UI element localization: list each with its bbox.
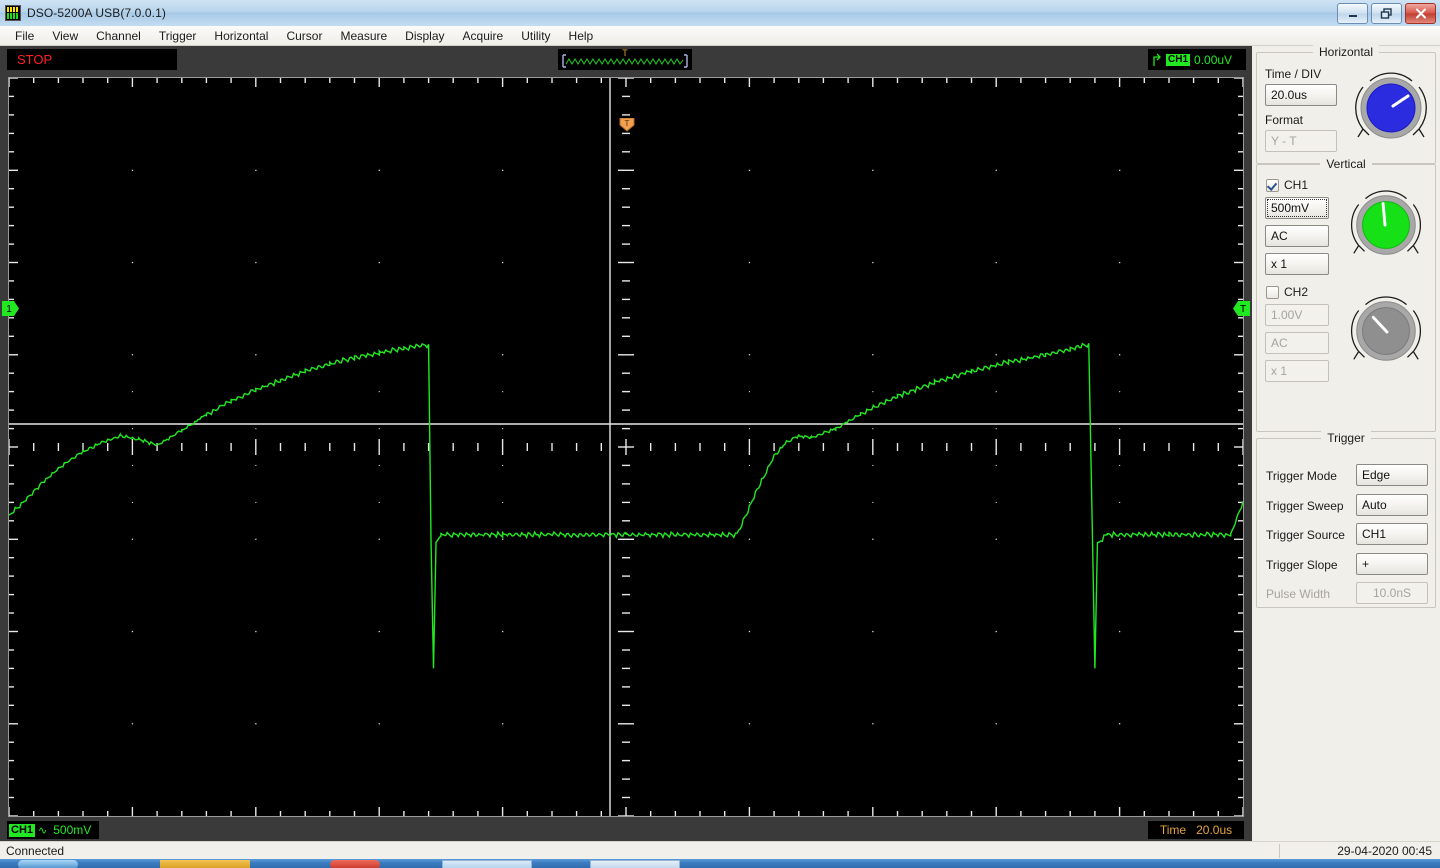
ch1-position-knob[interactable] [1346,185,1426,265]
close-button[interactable] [1405,3,1436,24]
trigger-group-title: Trigger [1257,431,1435,445]
minimize-button[interactable] [1337,3,1368,24]
time-div-select[interactable]: 20.0us [1265,84,1337,106]
trigger-source-select[interactable]: CH1 [1356,523,1428,545]
ch1-volts-div-select[interactable]: 500mV [1265,197,1329,219]
scope-display-area: STOP T CH1 0.00uV T 1 T CH1 ∿ 500mV Time… [0,46,1252,841]
menu-item-help[interactable]: Help [560,27,603,45]
rising-edge-icon [1153,53,1161,66]
menu-item-horizontal[interactable]: Horizontal [205,27,277,45]
ch1-coupling-select[interactable]: AC [1265,225,1329,247]
ch1-probe-select[interactable]: x 1 [1265,253,1329,275]
menu-item-measure[interactable]: Measure [331,27,396,45]
taskbar-item-1[interactable] [160,860,250,868]
taskbar-item-3[interactable] [442,860,532,868]
scope-bottom-strip: CH1 ∿ 500mV Time 20.0us [0,819,1252,841]
timebase-value: 20.0us [1196,823,1233,837]
taskbar-item-2[interactable] [330,860,380,868]
horizontal-group: Horizontal Time / DIV 20.0us Format Y - … [1256,45,1436,164]
svg-text:T: T [625,119,630,128]
format-select[interactable]: Y - T [1265,130,1337,152]
ch1-status-readout[interactable]: CH1 ∿ 500mV [7,821,100,839]
oscilloscope-application: DSO-5200A USB(7.0.0.1) File View Channel… [0,0,1440,868]
trigger-sweep-select[interactable]: Auto [1356,494,1428,516]
svg-text:T: T [1240,304,1246,315]
status-divider [1279,844,1280,858]
menu-item-channel[interactable]: Channel [87,27,150,45]
ch2-coupling-select[interactable]: AC [1265,332,1329,354]
ch2-position-knob[interactable] [1346,291,1426,371]
title-bar: DSO-5200A USB(7.0.0.1) [0,0,1440,27]
ch1-ground-marker[interactable]: 1 [2,300,20,317]
svg-text:T: T [622,49,628,58]
pulse-width-field[interactable]: 10.0nS [1356,582,1428,604]
pulse-width-label: Pulse Width [1266,587,1331,601]
trigger-level-value: 0.00uV [1194,52,1233,67]
graticule-frame[interactable]: MATH:Frequ = ***** CH1:Frequ = 10.3kHz [8,77,1244,817]
horizontal-position-knob[interactable] [1350,67,1432,149]
menu-item-cursor[interactable]: Cursor [277,27,331,45]
trigger-mode-select[interactable]: Edge [1356,464,1428,486]
ch2-enable-checkbox[interactable] [1266,286,1279,299]
window-title: DSO-5200A USB(7.0.0.1) [27,6,166,20]
trigger-level-marker[interactable]: T [1232,300,1250,317]
timebase-status-readout[interactable]: Time 20.0us [1148,821,1244,839]
ch2-probe-select[interactable]: x 1 [1265,360,1329,382]
trigger-readout: CH1 0.00uV [1148,49,1246,70]
window-controls [1337,3,1436,24]
ch1-label: CH1 [1284,178,1309,192]
oscilloscope-icon [5,5,21,21]
control-panel: Horizontal Time / DIV 20.0us Format Y - … [1252,45,1440,841]
ch2-label: CH2 [1284,285,1309,299]
taskbar-start-button[interactable] [18,860,78,868]
trigger-source-badge: CH1 [1166,53,1191,66]
vertical-group: Vertical CH1 500mV AC x 1 CH2 1.00V AC x… [1256,157,1436,432]
horizontal-group-title: Horizontal [1257,45,1435,59]
menu-item-acquire[interactable]: Acquire [454,27,513,45]
menu-bar: File View Channel Trigger Horizontal Cur… [0,26,1440,46]
trigger-group: Trigger Trigger Mode Edge Trigger Sweep … [1256,431,1436,608]
ch2-volts-div-select[interactable]: 1.00V [1265,304,1329,326]
status-bar: Connected 29-04-2020 00:45 [0,841,1440,860]
ch1-status-tag: CH1 [9,823,36,837]
waveform-plot: MATH:Frequ = ***** CH1:Frequ = 10.3kHz [9,78,1243,816]
trigger-mode-label: Trigger Mode [1266,469,1337,483]
menu-item-display[interactable]: Display [396,27,453,45]
datetime-readout: 29-04-2020 00:45 [1337,844,1432,858]
maximize-button[interactable] [1371,3,1402,24]
os-taskbar [0,859,1440,868]
scope-top-strip: STOP T CH1 0.00uV [0,46,1252,73]
timebase-label: Time [1159,823,1187,837]
ch1-enable-checkbox[interactable] [1266,179,1279,192]
menu-item-trigger[interactable]: Trigger [150,27,206,45]
graticule: MATH:Frequ = ***** CH1:Frequ = 10.3kHz [9,78,1243,816]
connection-status: Connected [6,844,65,858]
run-state-indicator[interactable]: STOP [7,49,177,70]
trigger-position-marker[interactable]: T [619,118,635,132]
menu-item-utility[interactable]: Utility [512,27,559,45]
waveform-overview[interactable]: T [558,49,692,70]
trigger-slope-label: Trigger Slope [1266,558,1338,572]
format-label: Format [1265,113,1304,127]
trigger-sweep-label: Trigger Sweep [1266,499,1344,513]
taskbar-item-4[interactable] [590,860,680,868]
menu-item-view[interactable]: View [43,27,87,45]
trigger-source-label: Trigger Source [1266,528,1345,542]
ac-coupling-icon: ∿ [38,824,48,837]
menu-item-file[interactable]: File [6,27,43,45]
trigger-slope-select[interactable]: + [1356,553,1428,575]
vertical-group-title: Vertical [1257,157,1435,171]
time-div-label: Time / DIV [1265,67,1322,81]
run-state-label: STOP [17,52,53,67]
svg-text:1: 1 [6,304,12,315]
ch1-volts-per-div: 500mV [53,823,92,837]
